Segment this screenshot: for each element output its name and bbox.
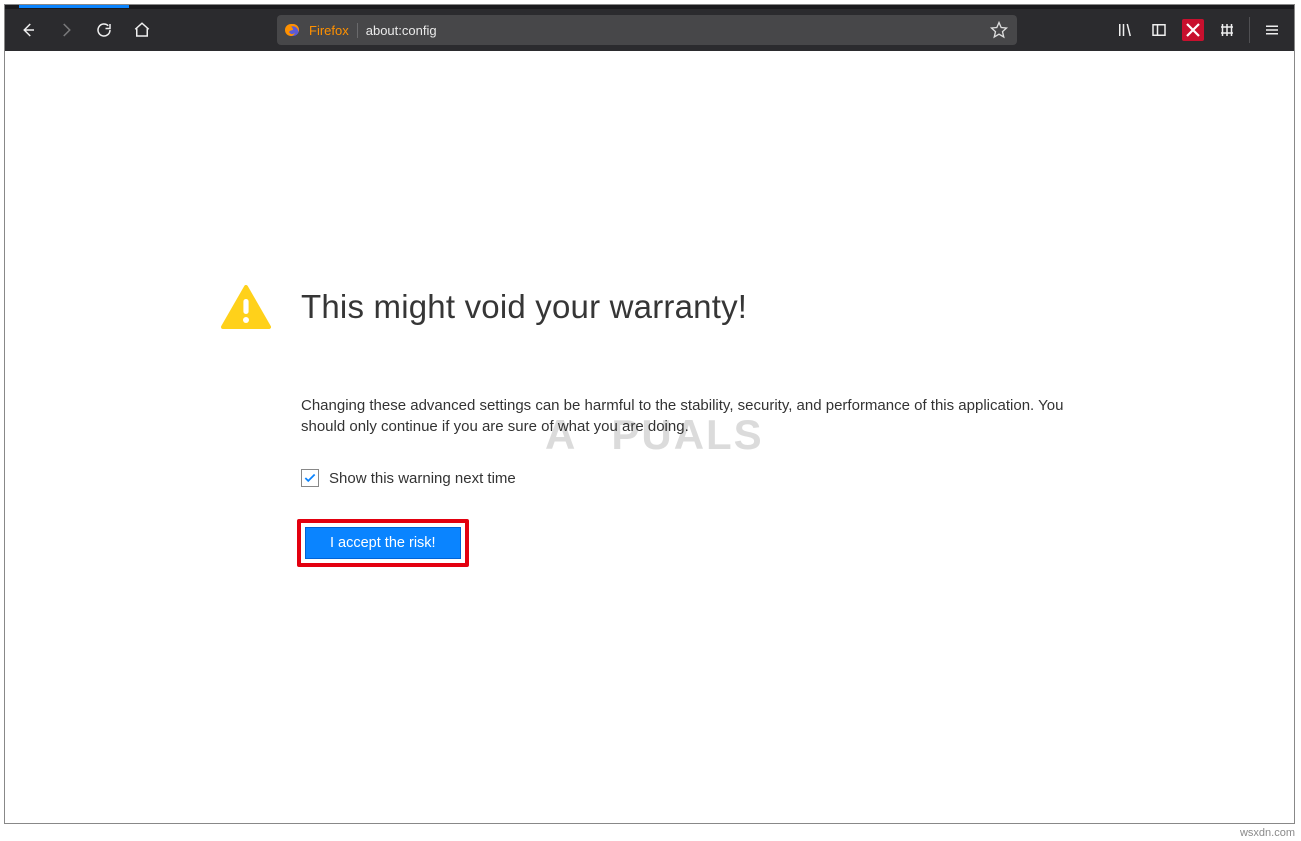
- extension-grid-button[interactable]: [1211, 13, 1243, 47]
- browser-window: Firefox about:config: [4, 4, 1295, 824]
- hamburger-icon: [1263, 21, 1281, 39]
- forward-button[interactable]: [49, 13, 83, 47]
- identity-label: Firefox: [309, 23, 358, 38]
- accept-button-highlight: I accept the risk!: [297, 519, 469, 567]
- warning-icon: [221, 285, 271, 329]
- tab-strip: [5, 5, 1294, 9]
- bookmark-star-button[interactable]: [989, 20, 1009, 40]
- warning-title: This might void your warranty!: [301, 288, 747, 326]
- page-content: APUALS This might void your warranty! Ch…: [5, 51, 1294, 823]
- back-button[interactable]: [11, 13, 45, 47]
- warning-body-text: Changing these advanced settings can be …: [301, 395, 1071, 437]
- noscript-button[interactable]: [1177, 13, 1209, 47]
- home-icon: [133, 21, 151, 39]
- show-warning-checkbox-row: Show this warning next time: [301, 469, 1091, 487]
- arrow-right-icon: [57, 21, 75, 39]
- sidebar-icon: [1150, 21, 1168, 39]
- url-text: about:config: [366, 23, 981, 38]
- show-warning-checkbox[interactable]: [301, 469, 319, 487]
- sidebar-button[interactable]: [1143, 13, 1175, 47]
- navigation-toolbar: Firefox about:config: [5, 9, 1294, 51]
- warning-header: This might void your warranty!: [221, 285, 1091, 329]
- reload-button[interactable]: [87, 13, 121, 47]
- noscript-icon: [1182, 19, 1204, 41]
- show-warning-checkbox-label: Show this warning next time: [329, 470, 516, 487]
- library-button[interactable]: [1109, 13, 1141, 47]
- active-tab-indicator: [19, 5, 129, 8]
- star-icon: [989, 20, 1009, 40]
- firefox-icon: [285, 22, 301, 38]
- menu-button[interactable]: [1256, 13, 1288, 47]
- library-icon: [1116, 21, 1134, 39]
- grid-icon: [1218, 21, 1236, 39]
- home-button[interactable]: [125, 13, 159, 47]
- arrow-left-icon: [19, 21, 37, 39]
- accept-risk-button[interactable]: I accept the risk!: [305, 527, 461, 559]
- checkmark-icon: [303, 471, 317, 485]
- source-attribution: wsxdn.com: [1240, 827, 1295, 839]
- warning-container: This might void your warranty! Changing …: [221, 285, 1091, 567]
- toolbar-right-group: [1079, 13, 1288, 47]
- toolbar-divider: [1249, 17, 1250, 43]
- reload-icon: [95, 21, 113, 39]
- address-bar[interactable]: Firefox about:config: [277, 15, 1017, 45]
